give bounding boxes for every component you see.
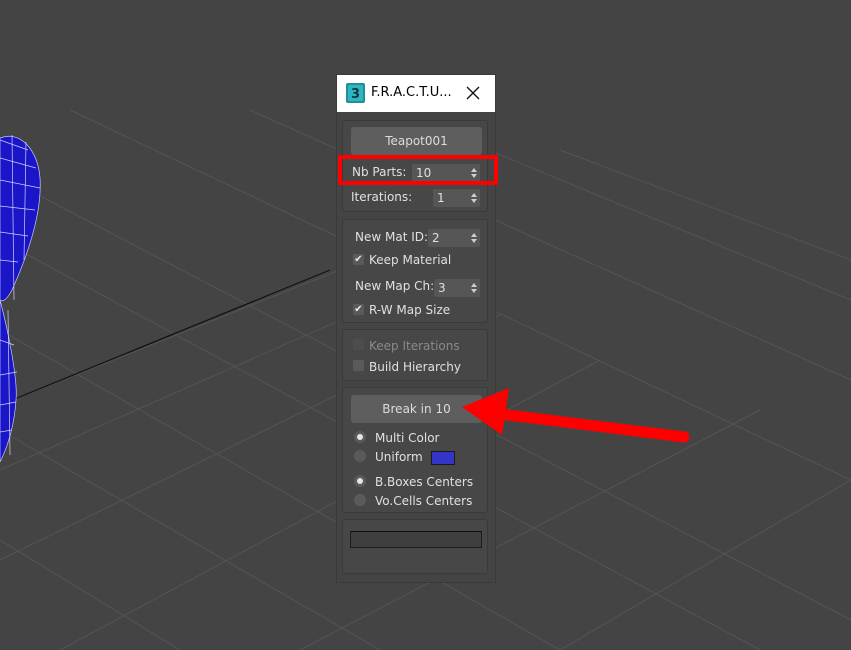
- annotation-arrow: [462, 388, 690, 443]
